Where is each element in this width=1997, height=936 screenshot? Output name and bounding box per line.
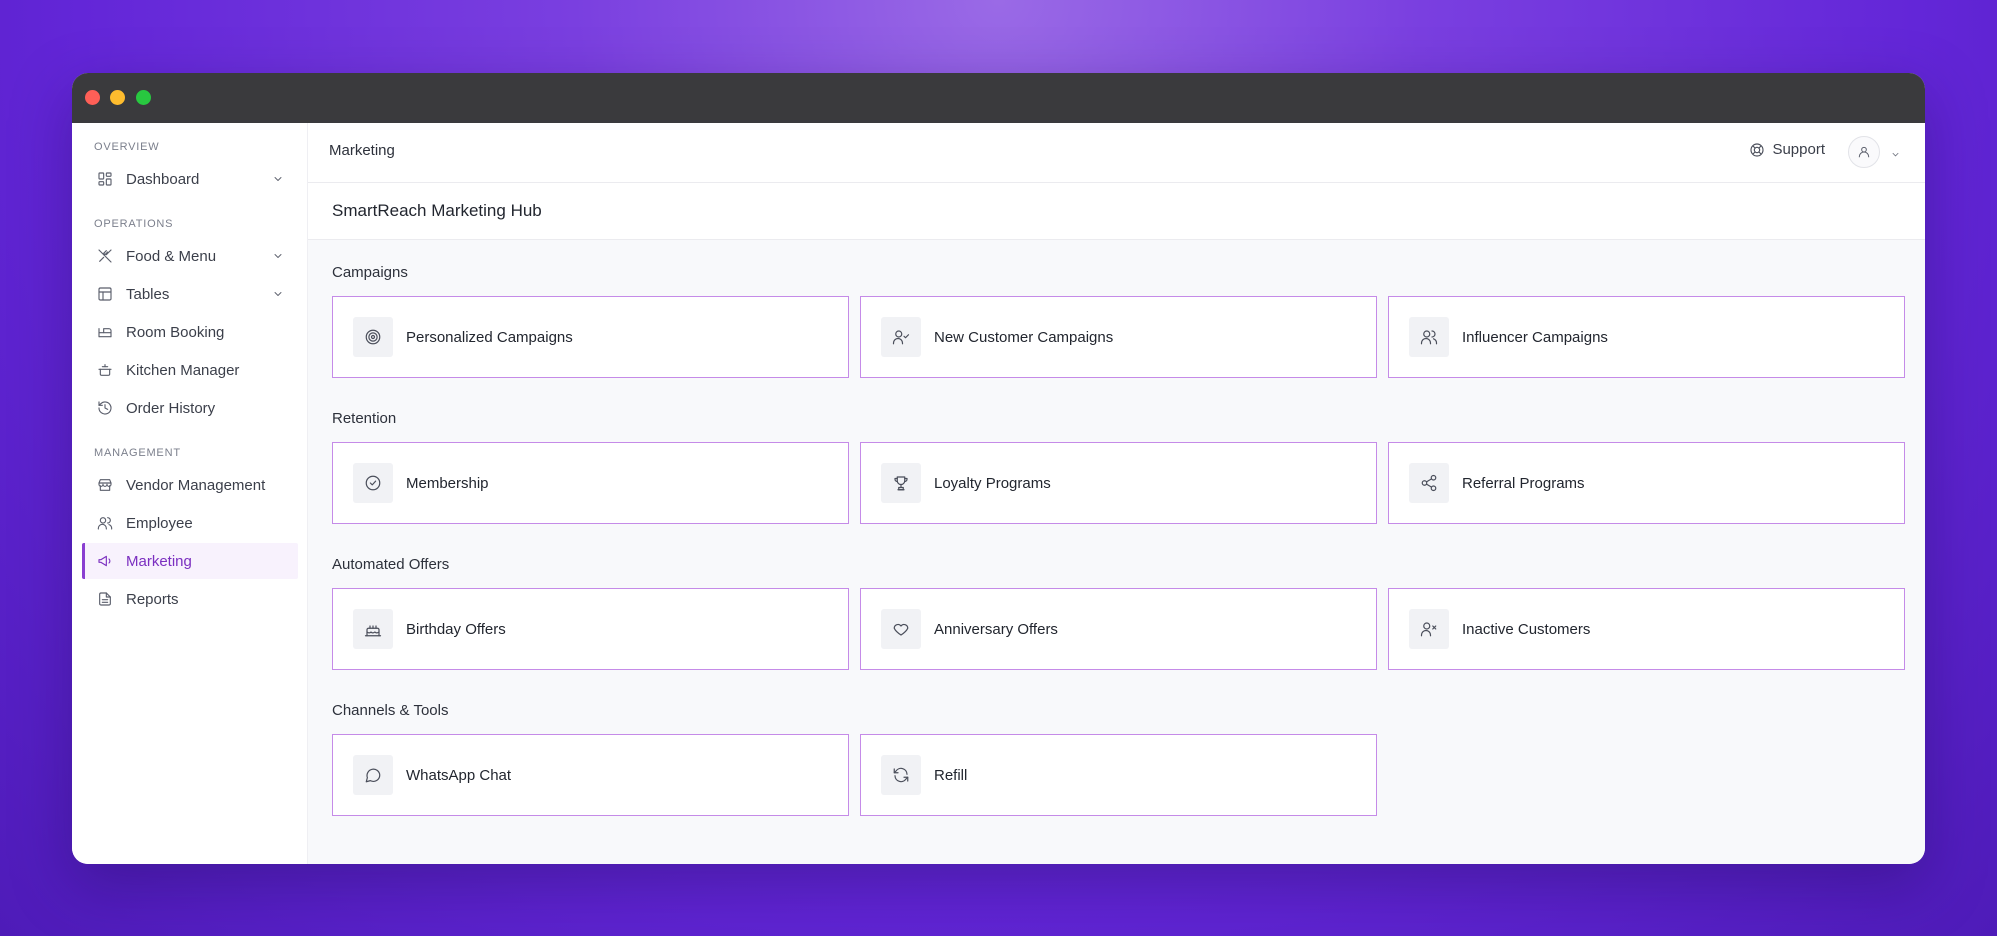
card-label: Refill	[934, 766, 968, 784]
group-label-campaigns: Campaigns	[332, 264, 408, 281]
support-button[interactable]: Support	[1749, 141, 1825, 158]
card-referral-programs[interactable]: Referral Programs	[1388, 442, 1905, 524]
sidebar-item-label: Employee	[126, 514, 193, 532]
sidebar-item-label: Dashboard	[126, 170, 200, 188]
breadcrumb: Marketing	[329, 142, 395, 159]
card-label: Loyalty Programs	[934, 474, 1051, 492]
user-check-icon	[881, 317, 921, 357]
table-icon	[96, 285, 114, 303]
grid-icon	[96, 170, 114, 188]
chevron-down-icon[interactable]	[1890, 147, 1901, 158]
chevron-down-icon[interactable]	[272, 249, 284, 261]
user-icon	[1858, 146, 1870, 158]
chevron-down-icon[interactable]	[272, 287, 284, 299]
window-titlebar	[72, 73, 1925, 123]
card-new-customer-campaigns[interactable]: New Customer Campaigns	[860, 296, 1377, 378]
sidebar-item-label: Room Booking	[126, 323, 225, 341]
card-birthday-offers[interactable]: Birthday Offers	[332, 588, 849, 670]
history-icon	[96, 399, 114, 417]
message-circle-icon	[353, 755, 393, 795]
user-x-icon	[1409, 609, 1449, 649]
card-label: Personalized Campaigns	[406, 328, 573, 346]
file-text-icon	[96, 590, 114, 608]
card-personalized-campaigns[interactable]: Personalized Campaigns	[332, 296, 849, 378]
sidebar-item-label: Vendor Management	[126, 476, 266, 494]
sidebar-item-room-booking[interactable]: Room Booking	[82, 314, 298, 350]
circle-check-icon	[353, 463, 393, 503]
sidebar-item-dashboard[interactable]: Dashboard	[82, 161, 298, 197]
card-anniversary-offers[interactable]: Anniversary Offers	[860, 588, 1377, 670]
chevron-down-icon[interactable]	[272, 172, 284, 184]
sidebar-item-label: Food & Menu	[126, 247, 217, 265]
refresh-icon	[881, 755, 921, 795]
sidebar-item-reports[interactable]: Reports	[82, 581, 298, 617]
users-icon	[1409, 317, 1449, 357]
card-label: WhatsApp Chat	[406, 766, 512, 784]
sidebar-item-vendor-management[interactable]: Vendor Management	[82, 467, 298, 503]
group-label-retention: Retention	[332, 410, 397, 427]
sidebar-item-label: Order History	[126, 399, 216, 417]
target-icon	[353, 317, 393, 357]
support-label: Support	[1772, 141, 1825, 158]
card-whatsapp-chat[interactable]: WhatsApp Chat	[332, 734, 849, 816]
share-icon	[1409, 463, 1449, 503]
sidebar-item-kitchen-manager[interactable]: Kitchen Manager	[82, 352, 298, 388]
card-label: Influencer Campaigns	[1462, 328, 1608, 346]
top-bar: Marketing Support	[308, 123, 1925, 183]
card-refill[interactable]: Refill	[860, 734, 1377, 816]
main-content: Marketing Support SmartReach Marketing H…	[308, 123, 1925, 864]
sidebar-item-tables[interactable]: Tables	[82, 276, 298, 312]
card-inactive-customers[interactable]: Inactive Customers	[1388, 588, 1905, 670]
sidebar-section-overview: OVERVIEW	[94, 141, 160, 153]
store-icon	[96, 476, 114, 494]
sidebar-section-management: MANAGEMENT	[94, 447, 181, 459]
sidebar: OVERVIEW Dashboard OPERATIONS Food & Men…	[72, 123, 308, 864]
close-window-button[interactable]	[85, 90, 100, 105]
maximize-window-button[interactable]	[136, 90, 151, 105]
sidebar-item-label: Kitchen Manager	[126, 361, 240, 379]
trophy-icon	[881, 463, 921, 503]
card-membership[interactable]: Membership	[332, 442, 849, 524]
sidebar-item-food-menu[interactable]: Food & Menu	[82, 238, 298, 274]
card-label: Birthday Offers	[406, 620, 506, 638]
sidebar-item-label: Marketing	[126, 552, 192, 570]
group-label-channels-tools: Channels & Tools	[332, 702, 449, 719]
heart-icon	[881, 609, 921, 649]
cake-icon	[353, 609, 393, 649]
megaphone-icon	[96, 552, 114, 570]
sidebar-item-label: Tables	[126, 285, 170, 303]
card-influencer-campaigns[interactable]: Influencer Campaigns	[1388, 296, 1905, 378]
bed-icon	[96, 323, 114, 341]
users-icon	[96, 514, 114, 532]
minimize-window-button[interactable]	[110, 90, 125, 105]
card-label: Referral Programs	[1462, 474, 1585, 492]
sidebar-item-employee[interactable]: Employee	[82, 505, 298, 541]
sidebar-item-label: Reports	[126, 590, 179, 608]
group-label-automated-offers: Automated Offers	[332, 556, 450, 573]
card-label: Inactive Customers	[1462, 620, 1591, 638]
sidebar-item-marketing[interactable]: Marketing	[82, 543, 298, 579]
sidebar-item-order-history[interactable]: Order History	[82, 390, 298, 426]
card-label: New Customer Campaigns	[934, 328, 1114, 346]
card-label: Membership	[406, 474, 489, 492]
avatar[interactable]	[1848, 136, 1880, 168]
card-label: Anniversary Offers	[934, 620, 1058, 638]
page-title: SmartReach Marketing Hub	[332, 201, 542, 220]
utensils-icon	[96, 247, 114, 265]
cooking-pot-icon	[96, 361, 114, 379]
sidebar-section-operations: OPERATIONS	[94, 218, 174, 230]
lifebuoy-icon	[1750, 142, 1765, 157]
hub-header: SmartReach Marketing Hub	[308, 183, 1925, 240]
card-loyalty-programs[interactable]: Loyalty Programs	[860, 442, 1377, 524]
app-window: OVERVIEW Dashboard OPERATIONS Food & Men…	[72, 73, 1925, 864]
